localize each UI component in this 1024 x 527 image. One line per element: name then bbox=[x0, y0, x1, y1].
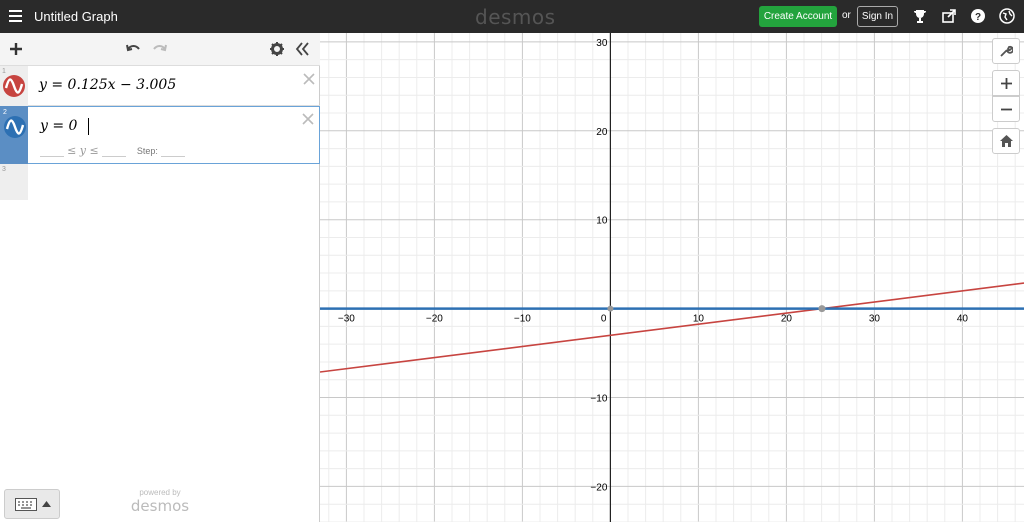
sign-in-button[interactable]: Sign In bbox=[857, 6, 898, 27]
default-viewport-button[interactable] bbox=[992, 128, 1020, 154]
keyboard-icon bbox=[15, 498, 37, 511]
create-account-button[interactable]: Create Account bbox=[759, 6, 837, 27]
sine-wave-icon[interactable] bbox=[4, 116, 26, 138]
minus-icon bbox=[1001, 108, 1012, 111]
expression-row-1[interactable]: 1 y = 0.125x − 3.005 bbox=[0, 66, 320, 106]
powered-by-label: powered by bbox=[139, 488, 181, 497]
y-tick-label: 10 bbox=[596, 216, 608, 227]
x-tick-label: 0 bbox=[601, 314, 607, 325]
x-tick-label: −10 bbox=[514, 314, 531, 325]
caret-up-icon bbox=[42, 501, 51, 507]
expression-math[interactable]: y = 0 bbox=[40, 118, 77, 134]
y-tick-label: 20 bbox=[596, 127, 608, 138]
keypad-toggle-button[interactable] bbox=[4, 489, 60, 519]
x-tick-label: 20 bbox=[781, 314, 793, 325]
expression-index: 3 bbox=[2, 166, 6, 173]
graph-canvas[interactable]: −30 −20 −10 0 10 20 30 40−20−10102030 bbox=[319, 33, 1024, 523]
wrench-icon bbox=[1000, 45, 1013, 57]
y-tick-label: −10 bbox=[590, 394, 607, 405]
x-tick-label: 40 bbox=[957, 314, 969, 325]
add-icon[interactable] bbox=[8, 41, 24, 57]
plus-icon bbox=[1001, 78, 1012, 89]
trophy-icon[interactable] bbox=[912, 8, 928, 24]
close-icon[interactable] bbox=[303, 73, 315, 85]
redo-icon[interactable] bbox=[152, 41, 168, 57]
graph-paper[interactable]: −30 −20 −10 0 10 20 30 40 −20 −10 10 20 30 bbox=[319, 33, 1024, 523]
expression-row-2[interactable]: 2 y = 0 ≤ y ≤ Step: bbox=[0, 106, 320, 164]
or-label: or bbox=[842, 10, 851, 21]
powered-by-brand: desmos bbox=[130, 497, 190, 515]
powered-by: powered by desmos bbox=[120, 488, 200, 515]
graph-title[interactable]: Untitled Graph bbox=[34, 9, 118, 24]
x-tick-label: 30 bbox=[869, 314, 881, 325]
sine-wave-icon[interactable] bbox=[3, 75, 25, 97]
share-icon[interactable] bbox=[941, 8, 957, 24]
domain-relation: ≤ y ≤ bbox=[67, 144, 99, 157]
top-bar: Untitled Graph desmos Create Account or … bbox=[0, 0, 1024, 33]
step-label: Step: bbox=[136, 146, 158, 156]
expression-panel: 1 y = 0.125x − 3.005 2 y = 0 ≤ y ≤ Step:… bbox=[0, 33, 320, 522]
expression-row-3[interactable]: 3 bbox=[0, 164, 320, 200]
domain-max-input[interactable] bbox=[101, 147, 126, 157]
step-input[interactable] bbox=[160, 147, 185, 157]
menu-icon[interactable] bbox=[9, 10, 22, 22]
expression-index: 1 bbox=[2, 68, 6, 75]
settings-gear-icon[interactable] bbox=[269, 41, 285, 57]
expression-math[interactable]: y = 0.125x − 3.005 bbox=[39, 77, 176, 93]
home-icon bbox=[1000, 135, 1013, 147]
y-tick-label: 30 bbox=[596, 38, 608, 49]
domain-restriction: ≤ y ≤ Step: bbox=[40, 144, 185, 157]
y-tick-label: −20 bbox=[590, 482, 607, 493]
close-icon[interactable] bbox=[302, 113, 314, 125]
collapse-panel-icon[interactable] bbox=[294, 41, 310, 57]
zoom-out-button[interactable] bbox=[992, 96, 1020, 122]
undo-icon[interactable] bbox=[125, 41, 141, 57]
help-icon[interactable]: ? bbox=[970, 8, 986, 24]
series-line-1 bbox=[319, 282, 1024, 373]
desmos-logo: desmos bbox=[475, 5, 556, 29]
expression-toolbar bbox=[0, 33, 320, 66]
x-tick-label: −20 bbox=[426, 314, 443, 325]
intersection-point bbox=[818, 305, 826, 313]
text-cursor bbox=[88, 118, 89, 135]
domain-min-input[interactable] bbox=[40, 147, 64, 157]
globe-icon[interactable] bbox=[999, 8, 1015, 24]
graph-settings-button[interactable] bbox=[992, 38, 1020, 64]
expression-index: 2 bbox=[3, 109, 7, 116]
origin-point bbox=[607, 305, 614, 312]
zoom-in-button[interactable] bbox=[992, 70, 1020, 96]
svg-text:?: ? bbox=[975, 12, 981, 23]
x-tick-label: −30 bbox=[338, 314, 355, 325]
